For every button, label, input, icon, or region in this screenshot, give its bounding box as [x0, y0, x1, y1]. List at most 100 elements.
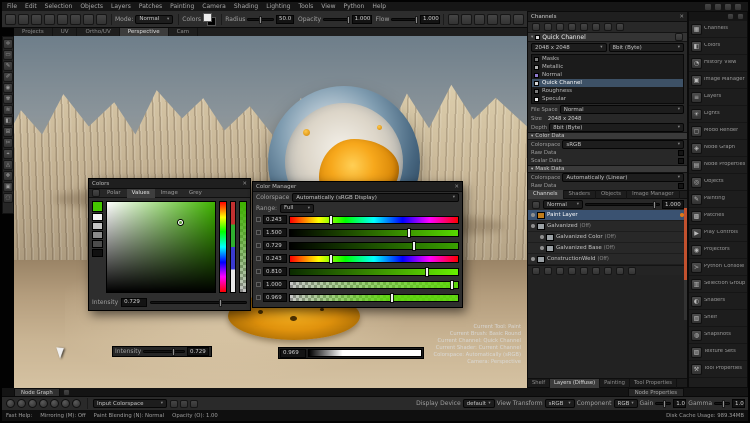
- channel-list-item[interactable]: Metallic: [532, 63, 683, 71]
- palette-button[interactable]: ◍ Snapshots: [689, 327, 747, 344]
- zoom-icon[interactable]: [17, 399, 26, 408]
- dock-tab-shelf[interactable]: Shelf: [528, 379, 550, 388]
- share-channel-icon[interactable]: [568, 23, 576, 31]
- blend-mode-dropdown[interactable]: Normal▾: [543, 200, 583, 209]
- color-picker-icon[interactable]: [170, 400, 178, 408]
- tool-icon[interactable]: ✾: [3, 94, 13, 104]
- gain-slider[interactable]: [655, 402, 671, 405]
- menu-item[interactable]: Patches: [139, 3, 162, 10]
- reset-colors-icon[interactable]: [190, 400, 198, 408]
- export-icon[interactable]: [57, 14, 68, 25]
- gradient-slider-bar[interactable]: [289, 216, 459, 224]
- add-group-icon[interactable]: [544, 267, 552, 275]
- gradient-slider-bar[interactable]: [289, 268, 459, 276]
- color-data-section-header[interactable]: ▾Color Data: [528, 132, 687, 140]
- pin-palettes-icon[interactable]: [727, 13, 734, 20]
- mask-raw-data-checkbox[interactable]: [678, 183, 684, 189]
- mask-data-section-header[interactable]: ▾Mask Data: [528, 165, 687, 173]
- file-space-dropdown[interactable]: Normal▾: [560, 105, 684, 114]
- hue-strip[interactable]: [219, 201, 227, 293]
- palette-button[interactable]: ✎ Painting: [689, 191, 747, 208]
- layer-filter-icon[interactable]: [532, 201, 540, 209]
- remove-layer-icon[interactable]: [628, 267, 636, 275]
- node-properties-tab[interactable]: Node Properties: [628, 388, 684, 396]
- palette-button[interactable]: ◉ Projectors: [689, 242, 747, 259]
- visibility-icon[interactable]: [531, 257, 535, 261]
- channel-list-item[interactable]: Roughness: [532, 87, 683, 95]
- undo-icon[interactable]: [70, 14, 81, 25]
- lock-icon[interactable]: [256, 295, 261, 300]
- slider-value-field[interactable]: 0.243: [263, 215, 287, 224]
- snap-icon[interactable]: [50, 399, 59, 408]
- export-channel-icon[interactable]: [580, 23, 588, 31]
- flow-slider[interactable]: [391, 18, 418, 21]
- tool-icon[interactable]: ◉: [3, 83, 13, 93]
- palette-button[interactable]: ◐ Shaders: [689, 293, 747, 310]
- bake-icon[interactable]: [500, 14, 511, 25]
- tool-icon[interactable]: ◌: [3, 193, 13, 203]
- tab-perspective[interactable]: Perspective: [120, 28, 169, 36]
- merge-layers-icon[interactable]: [592, 267, 600, 275]
- gamma-field[interactable]: 1.0: [732, 399, 745, 408]
- gradient-slider-bar[interactable]: [289, 294, 459, 302]
- menu-item[interactable]: Lighting: [266, 3, 290, 10]
- tool-icon[interactable]: ❖: [3, 171, 13, 181]
- gradient-slider-bar[interactable]: [289, 281, 459, 289]
- flow-field[interactable]: 1.000: [420, 15, 440, 24]
- layer-opacity-slider[interactable]: [585, 203, 660, 206]
- menu-item[interactable]: Layers: [111, 3, 131, 10]
- dock-tab-painting[interactable]: Painting: [600, 379, 630, 388]
- menu-item[interactable]: Camera: [202, 3, 226, 10]
- visibility-icon[interactable]: [531, 213, 535, 217]
- gradient-slider-bar[interactable]: [289, 242, 459, 250]
- menu-item[interactable]: View: [321, 3, 335, 10]
- symmetry-x-icon[interactable]: [448, 14, 459, 25]
- opacity-slider[interactable]: [323, 18, 350, 21]
- swap-colors-icon[interactable]: [180, 400, 188, 408]
- value-gradient-bar[interactable]: [308, 349, 422, 357]
- palette-button[interactable]: ▨ Texture Sets: [689, 344, 747, 361]
- colorspace-dropdown[interactable]: Automatically (sRGB Display)▾: [292, 193, 459, 202]
- intensity-slider[interactable]: [143, 350, 185, 353]
- add-layer-icon[interactable]: [532, 267, 540, 275]
- display-device-dropdown[interactable]: default▾: [463, 399, 495, 408]
- color-swatch[interactable]: [92, 240, 103, 248]
- tab-cam[interactable]: Cam: [169, 28, 199, 36]
- paint-buffer-icon[interactable]: [487, 14, 498, 25]
- gradient-slider-bar[interactable]: [289, 229, 459, 237]
- input-colorspace-dropdown[interactable]: Input Colorspace▾: [93, 399, 167, 408]
- tool-icon[interactable]: ≋: [3, 105, 13, 115]
- foreground-background-swatch[interactable]: [203, 13, 216, 26]
- transfer-layer-icon[interactable]: [616, 267, 624, 275]
- dock-tab-layers[interactable]: Layers (Diffuse): [550, 379, 600, 388]
- value-field[interactable]: 0.969: [280, 349, 306, 358]
- slider-value-field[interactable]: 0.729: [263, 241, 287, 250]
- palette-button[interactable]: ▧ Shelf: [689, 310, 747, 327]
- view-transform-dropdown[interactable]: sRGB▾: [545, 399, 575, 408]
- gain-field[interactable]: 1.0: [673, 399, 686, 408]
- grid-icon[interactable]: [72, 399, 81, 408]
- palette-button[interactable]: ▢ Modo Render: [689, 123, 747, 140]
- menu-item[interactable]: Objects: [80, 3, 103, 10]
- lock-icon[interactable]: [256, 269, 261, 274]
- lock-icon[interactable]: [256, 243, 261, 248]
- color-swatch[interactable]: [92, 213, 103, 221]
- slider-value-field[interactable]: 0.243: [263, 254, 287, 263]
- tool-icon[interactable]: ▣: [3, 182, 13, 192]
- channel-options-icon[interactable]: [675, 33, 683, 41]
- symmetry-y-icon[interactable]: [461, 14, 472, 25]
- node-graph-tab[interactable]: Node Graph: [14, 388, 60, 396]
- scalar-data-checkbox[interactable]: [678, 158, 684, 164]
- radius-slider[interactable]: [247, 18, 274, 21]
- slider-value-field[interactable]: 1.000: [263, 280, 287, 289]
- help-icon[interactable]: [724, 3, 732, 11]
- rotate-icon[interactable]: [28, 399, 37, 408]
- ConstructionWeld[interactable]: ConstructionWeld (Off): [528, 254, 687, 265]
- menu-item[interactable]: Edit: [25, 3, 37, 10]
- mask-colorspace-dropdown[interactable]: Automatically (Linear)▾: [562, 173, 684, 182]
- palette-button[interactable]: ◧ Colors: [689, 38, 747, 55]
- palette-button[interactable]: ▥ Selection Groups: [689, 276, 747, 293]
- dock-options-icon[interactable]: [63, 389, 70, 396]
- tool-icon[interactable]: ✛: [3, 39, 13, 49]
- lock-icon[interactable]: [256, 230, 261, 235]
